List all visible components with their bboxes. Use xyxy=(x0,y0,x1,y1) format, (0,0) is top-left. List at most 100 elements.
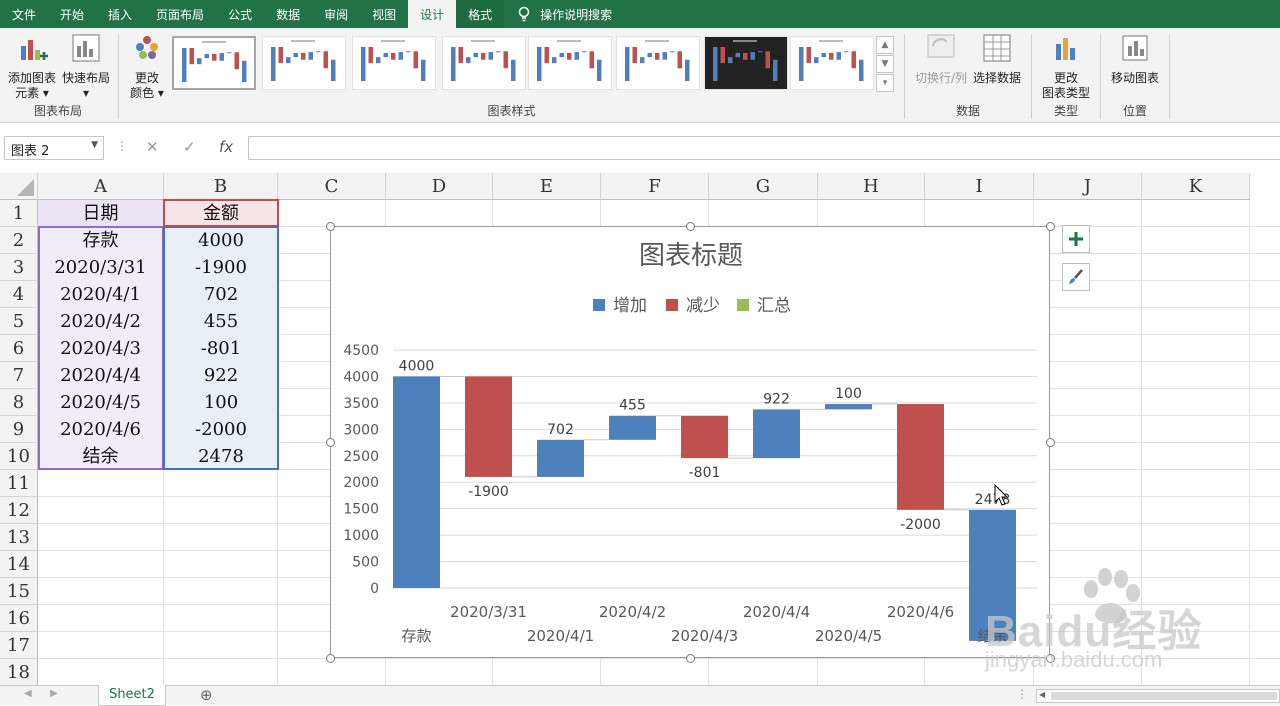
chart-resize-handle-nw[interactable] xyxy=(326,222,335,231)
tab-0[interactable]: 文件 xyxy=(0,0,48,28)
enter-icon[interactable]: ✓ xyxy=(183,138,196,156)
chart-styles-gallery[interactable] xyxy=(170,36,875,94)
gallery-more-icon[interactable]: ▾ xyxy=(876,74,894,92)
formula-input[interactable] xyxy=(248,136,1280,160)
row-header-18[interactable]: 18 xyxy=(0,659,38,685)
row-header-17[interactable]: 17 xyxy=(0,632,38,659)
cell-amount[interactable]: 100 xyxy=(164,389,278,416)
scroll-sheets-right-icon[interactable]: ▶ xyxy=(50,688,58,699)
add-chart-element-button[interactable]: 添加图表 元素 ▾ xyxy=(6,32,58,101)
chart-resize-handle-ne[interactable] xyxy=(1046,222,1055,231)
cell-A1-header[interactable]: 日期 xyxy=(38,200,163,227)
chart-resize-handle-n[interactable] xyxy=(686,222,695,231)
row-header-3[interactable]: 3 xyxy=(0,254,38,281)
cell-date[interactable]: 2020/4/3 xyxy=(38,335,163,362)
change-colors-button[interactable]: 更改 颜色 ▾ xyxy=(124,32,170,101)
gallery-down-icon[interactable]: ▼ xyxy=(876,55,894,73)
tab-1[interactable]: 开始 xyxy=(48,0,96,28)
insert-function-icon[interactable]: fx xyxy=(219,138,233,156)
cell-B1-header[interactable]: 金额 xyxy=(164,200,278,227)
row-header-5[interactable]: 5 xyxy=(0,308,38,335)
horizontal-scrollbar[interactable]: ◀ xyxy=(1036,689,1280,703)
tab-4[interactable]: 公式 xyxy=(216,0,264,28)
cell-amount[interactable]: -1900 xyxy=(164,254,278,281)
cell-date[interactable]: 2020/4/2 xyxy=(38,308,163,335)
chart-style-6[interactable] xyxy=(616,36,700,90)
cell-date[interactable]: 2020/4/5 xyxy=(38,389,163,416)
row-header-9[interactable]: 9 xyxy=(0,416,38,443)
column-header-B[interactable]: B xyxy=(164,173,278,200)
change-chart-type-button[interactable]: 更改 图表类型 xyxy=(1036,32,1096,101)
column-header-J[interactable]: J xyxy=(1034,173,1142,200)
tab-5[interactable]: 数据 xyxy=(264,0,312,28)
row-header-15[interactable]: 15 xyxy=(0,578,38,605)
waterfall-chart[interactable]: 图表标题 增加 减少 汇总 0 500 1000 1500 2000 2500 3000 3500 40… xyxy=(330,226,1050,658)
sheet-tab-sheet2[interactable]: Sheet2 xyxy=(98,685,166,706)
chart-resize-handle-w[interactable] xyxy=(326,438,335,447)
new-sheet-icon[interactable]: ⊕ xyxy=(200,686,213,704)
chart-style-2[interactable] xyxy=(262,36,346,90)
select-data-button[interactable]: 选择数据 xyxy=(970,32,1024,86)
scroll-sheets-left-icon[interactable]: ◀ xyxy=(24,688,32,699)
cell-amount[interactable]: -2000 xyxy=(164,416,278,443)
column-header-K[interactable]: K xyxy=(1142,173,1250,200)
name-box-dropdown-icon[interactable]: ▼ xyxy=(91,140,98,150)
column-header-E[interactable]: E xyxy=(493,173,601,200)
chart-resize-handle-e[interactable] xyxy=(1046,438,1055,447)
chart-style-5[interactable] xyxy=(528,36,612,90)
cell-date[interactable]: 2020/3/31 xyxy=(38,254,163,281)
row-header-14[interactable]: 14 xyxy=(0,551,38,578)
row-header-1[interactable]: 1 xyxy=(0,200,38,227)
cell-date[interactable]: 2020/4/6 xyxy=(38,416,163,443)
column-header-I[interactable]: I xyxy=(925,173,1034,200)
row-header-4[interactable]: 4 xyxy=(0,281,38,308)
tell-me-search[interactable]: 操作说明搜索 xyxy=(504,0,624,28)
row-header-11[interactable]: 11 xyxy=(0,470,38,497)
gallery-scroll[interactable]: ▲ ▼ ▾ xyxy=(876,36,894,94)
cell-amount[interactable]: -801 xyxy=(164,335,278,362)
chart-elements-button[interactable] xyxy=(1062,225,1090,253)
chart-style-7[interactable] xyxy=(704,36,788,90)
row-header-6[interactable]: 6 xyxy=(0,335,38,362)
chart-resize-handle-se[interactable] xyxy=(1046,654,1055,663)
row-header-13[interactable]: 13 xyxy=(0,524,38,551)
chart-style-1[interactable] xyxy=(172,36,256,90)
chart-resize-handle-sw[interactable] xyxy=(326,654,335,663)
scrollbar-thumb[interactable] xyxy=(1051,692,1277,700)
cell-amount[interactable]: 2478 xyxy=(164,443,278,470)
tab-7[interactable]: 视图 xyxy=(360,0,408,28)
column-header-F[interactable]: F xyxy=(601,173,709,200)
chart-styles-button[interactable] xyxy=(1062,263,1090,291)
tab-9[interactable]: 格式 xyxy=(456,0,505,28)
gallery-up-icon[interactable]: ▲ xyxy=(876,36,894,54)
cell-amount[interactable]: 922 xyxy=(164,362,278,389)
row-header-10[interactable]: 10 xyxy=(0,443,38,470)
cell-date[interactable]: 存款 xyxy=(38,227,163,254)
row-header-16[interactable]: 16 xyxy=(0,605,38,632)
chart-style-3[interactable] xyxy=(352,36,436,90)
tab-6[interactable]: 审阅 xyxy=(312,0,360,28)
cell-date[interactable]: 结余 xyxy=(38,443,163,470)
chart-style-4[interactable] xyxy=(442,36,526,90)
column-header-G[interactable]: G xyxy=(709,173,818,200)
row-header-12[interactable]: 12 xyxy=(0,497,38,524)
chart-style-8[interactable] xyxy=(790,36,874,90)
scroll-left-icon[interactable]: ◀ xyxy=(1039,690,1045,699)
cell-date[interactable]: 2020/4/1 xyxy=(38,281,163,308)
quick-layout-button[interactable]: 快速布局 ▾ xyxy=(60,32,112,101)
tab-2[interactable]: 插入 xyxy=(96,0,144,28)
column-header-D[interactable]: D xyxy=(386,173,493,200)
row-header-7[interactable]: 7 xyxy=(0,362,38,389)
switch-row-column-button[interactable]: 切换行/列 xyxy=(912,32,970,86)
tab-8[interactable]: 设计 xyxy=(408,0,457,28)
move-chart-button[interactable]: 移动图表 xyxy=(1106,32,1164,86)
tab-3[interactable]: 页面布局 xyxy=(144,0,216,28)
name-box[interactable]: 图表 2 ▼ xyxy=(4,136,104,160)
row-header-2[interactable]: 2 xyxy=(0,227,38,254)
cell-amount[interactable]: 455 xyxy=(164,308,278,335)
cell-amount[interactable]: 4000 xyxy=(164,227,278,254)
chart-resize-handle-s[interactable] xyxy=(686,654,695,663)
cell-date[interactable]: 2020/4/4 xyxy=(38,362,163,389)
column-header-C[interactable]: C xyxy=(278,173,386,200)
select-all-corner[interactable] xyxy=(0,173,38,200)
